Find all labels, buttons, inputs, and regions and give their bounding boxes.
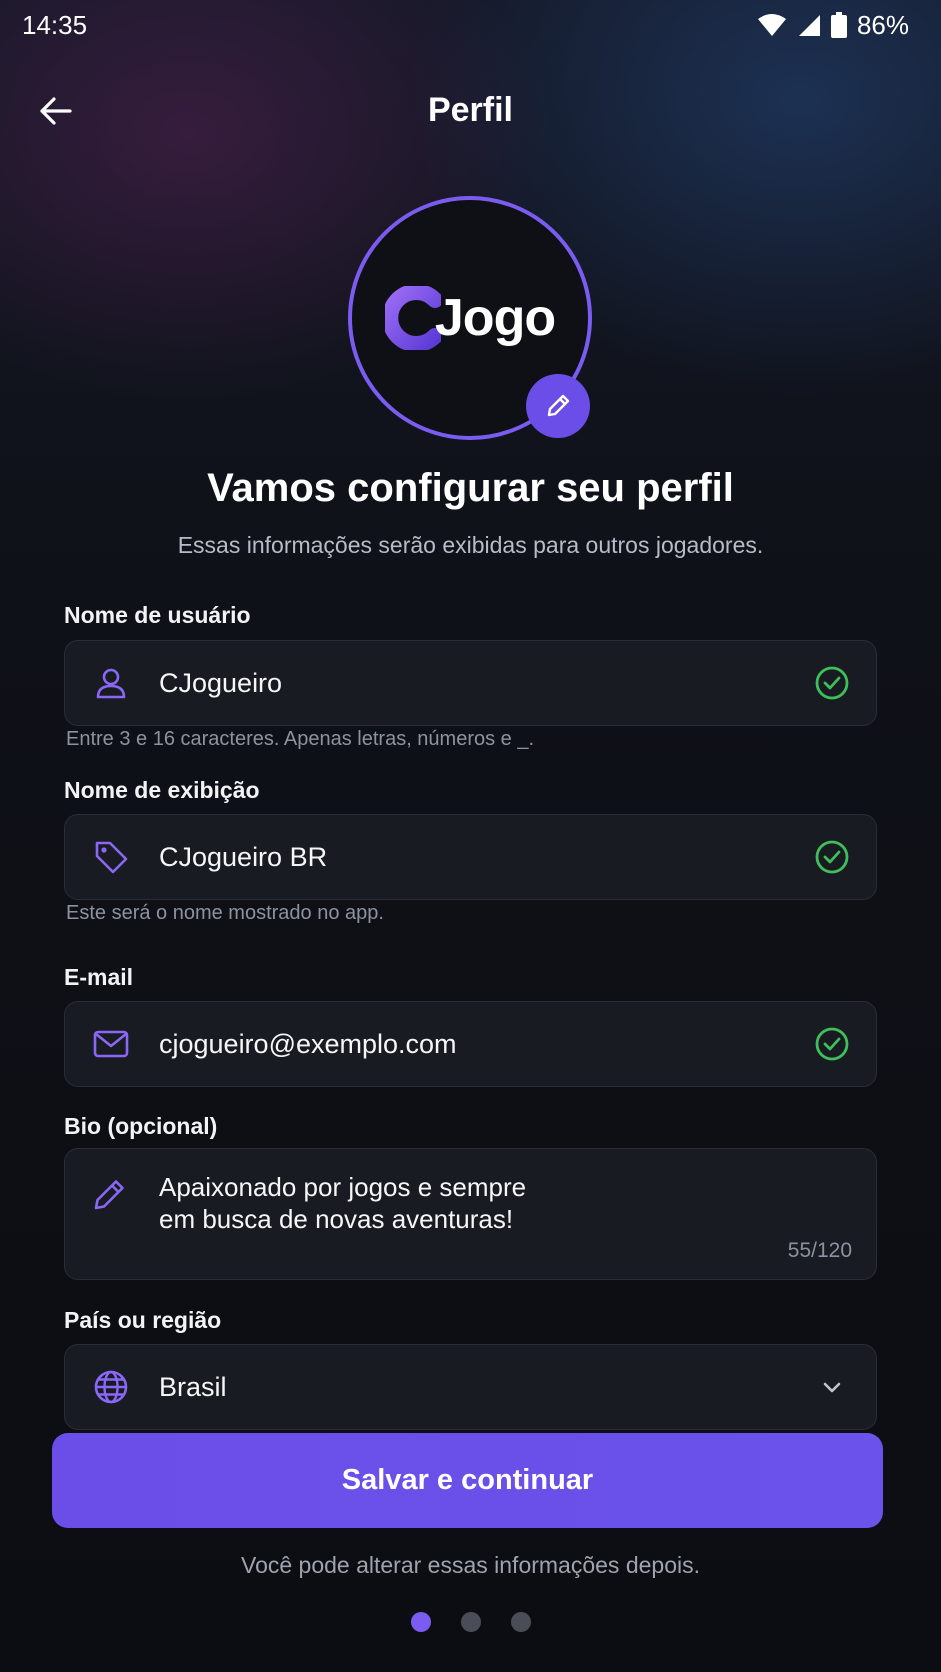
bio-label: Bio (opcional) bbox=[64, 1113, 218, 1139]
page-dot-2[interactable] bbox=[460, 1612, 481, 1632]
check-circle-icon bbox=[812, 1024, 852, 1064]
display-name-field[interactable]: CJogueiro BR bbox=[64, 814, 877, 900]
display-name-hint: Este será o nome mostrado no app. bbox=[66, 902, 384, 924]
tag-icon bbox=[91, 837, 131, 877]
bio-text[interactable]: Apaixonado por jogos e sempre em busca d… bbox=[159, 1171, 526, 1235]
bio-line-2: em busca de novas aventuras! bbox=[159, 1204, 514, 1234]
email-field[interactable]: cjogueiro@exemplo.com bbox=[64, 1001, 877, 1087]
display-name-label: Nome de exibição bbox=[64, 777, 260, 803]
pencil-icon bbox=[547, 394, 570, 417]
wifi-icon bbox=[757, 14, 786, 36]
logo-text: Jogo bbox=[434, 289, 556, 347]
status-time: 14:35 bbox=[22, 9, 88, 40]
check-circle-icon bbox=[812, 663, 852, 703]
back-button[interactable] bbox=[30, 88, 80, 134]
save-continue-button[interactable]: Salvar e continuar bbox=[52, 1433, 883, 1528]
pencil-icon bbox=[91, 1175, 131, 1215]
intro-subtitle: Essas informações serão exibidas para ou… bbox=[177, 532, 764, 558]
mail-icon bbox=[91, 1024, 131, 1064]
back-arrow-icon bbox=[40, 97, 72, 125]
page-dot-1[interactable] bbox=[410, 1612, 431, 1632]
status-icons: 86% bbox=[757, 10, 909, 41]
logo-c-mark bbox=[384, 286, 441, 350]
intro-title: Vamos configurar seu perfil bbox=[207, 466, 734, 510]
globe-icon bbox=[91, 1367, 131, 1407]
app-logo: Jogo bbox=[384, 286, 556, 350]
check-circle-icon bbox=[812, 837, 852, 877]
page-dot-3[interactable] bbox=[510, 1612, 531, 1632]
user-icon bbox=[91, 663, 131, 703]
email-label: E-mail bbox=[64, 964, 134, 990]
footer-note: Você pode alterar essas informações depo… bbox=[241, 1552, 700, 1578]
edit-avatar-button[interactable] bbox=[526, 374, 590, 438]
avatar-section: Jogo bbox=[348, 196, 592, 440]
email-input[interactable]: cjogueiro@exemplo.com bbox=[159, 1029, 812, 1060]
page-title: Perfil bbox=[427, 90, 514, 129]
username-label: Nome de usuário bbox=[64, 602, 251, 628]
chevron-down-icon[interactable] bbox=[812, 1367, 852, 1407]
bio-line-1: Apaixonado por jogos e sempre bbox=[159, 1172, 527, 1202]
username-hint: Entre 3 e 16 caracteres. Apenas letras, … bbox=[66, 728, 535, 750]
country-label: País ou região bbox=[64, 1307, 222, 1333]
bio-textarea[interactable]: Apaixonado por jogos e sempre em busca d… bbox=[64, 1148, 877, 1280]
page-indicator bbox=[0, 1612, 941, 1632]
country-select[interactable]: Brasil bbox=[64, 1344, 877, 1430]
username-field[interactable]: CJogueiro bbox=[64, 640, 877, 726]
signal-icon bbox=[798, 15, 820, 36]
status-bar: 14:35 86% bbox=[0, 0, 941, 50]
username-input[interactable]: CJogueiro bbox=[159, 668, 812, 699]
country-value[interactable]: Brasil bbox=[159, 1372, 812, 1403]
display-name-input[interactable]: CJogueiro BR bbox=[159, 842, 812, 873]
battery-percent: 86% bbox=[856, 9, 909, 40]
app-header: Perfil bbox=[0, 70, 941, 150]
bio-char-counter: 55/120 bbox=[787, 1239, 852, 1262]
battery-icon bbox=[830, 12, 847, 38]
